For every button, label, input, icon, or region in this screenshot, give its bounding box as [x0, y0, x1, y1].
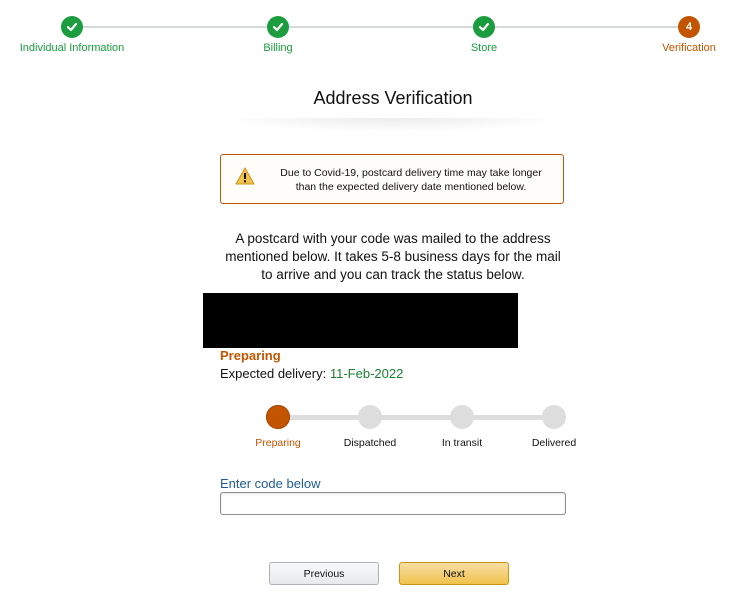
stepper-track: [70, 26, 690, 28]
check-icon: [473, 16, 495, 38]
verification-code-input[interactable]: [220, 492, 566, 515]
tracking-dot-preparing: [266, 405, 290, 429]
postcard-info-text: A postcard with your code was mailed to …: [225, 231, 561, 282]
tracking-dot-delivered: [542, 405, 566, 429]
next-button[interactable]: Next: [399, 562, 509, 585]
tracking-label-delivered: Delivered: [531, 437, 577, 449]
step-label: Verification: [662, 42, 716, 54]
tracking-label-in-transit: In transit: [441, 437, 483, 449]
check-icon: [267, 16, 289, 38]
previous-button[interactable]: Previous: [269, 562, 379, 585]
step-label: Individual Information: [19, 42, 125, 54]
tracking-label-preparing: Preparing: [255, 437, 301, 449]
delivery-status: Preparing: [220, 348, 281, 363]
step-label: Store: [470, 42, 498, 54]
covid-delay-alert: Due to Covid-19, postcard delivery time …: [220, 154, 564, 204]
code-field-label: Enter code below: [220, 476, 321, 491]
alert-message: Due to Covid-19, postcard delivery time …: [280, 167, 542, 193]
step-number-badge: 4: [678, 16, 700, 38]
step-label: Billing: [263, 42, 293, 54]
tracking-dot-in-transit: [450, 405, 474, 429]
expected-delivery-label: Expected delivery:: [220, 366, 327, 381]
tracking-progress-line: [278, 415, 554, 420]
expected-delivery: Expected delivery: 11-Feb-2022: [220, 366, 403, 381]
title-divider-shadow: [220, 118, 566, 132]
expected-delivery-date: 11-Feb-2022: [329, 366, 404, 381]
address-verification-page: Individual Information Billing Store 4 V…: [0, 0, 750, 614]
tracking-label-dispatched: Dispatched: [343, 437, 397, 449]
check-icon: [61, 16, 83, 38]
step-store: Store: [404, 0, 564, 54]
step-verification: 4 Verification: [609, 0, 750, 54]
step-billing: Billing: [198, 0, 358, 54]
step-individual-information: Individual Information: [0, 0, 152, 54]
tracking-dot-dispatched: [358, 405, 382, 429]
redacted-address: [203, 293, 518, 348]
warning-icon: [235, 167, 255, 185]
page-title: Address Verification: [313, 88, 473, 108]
